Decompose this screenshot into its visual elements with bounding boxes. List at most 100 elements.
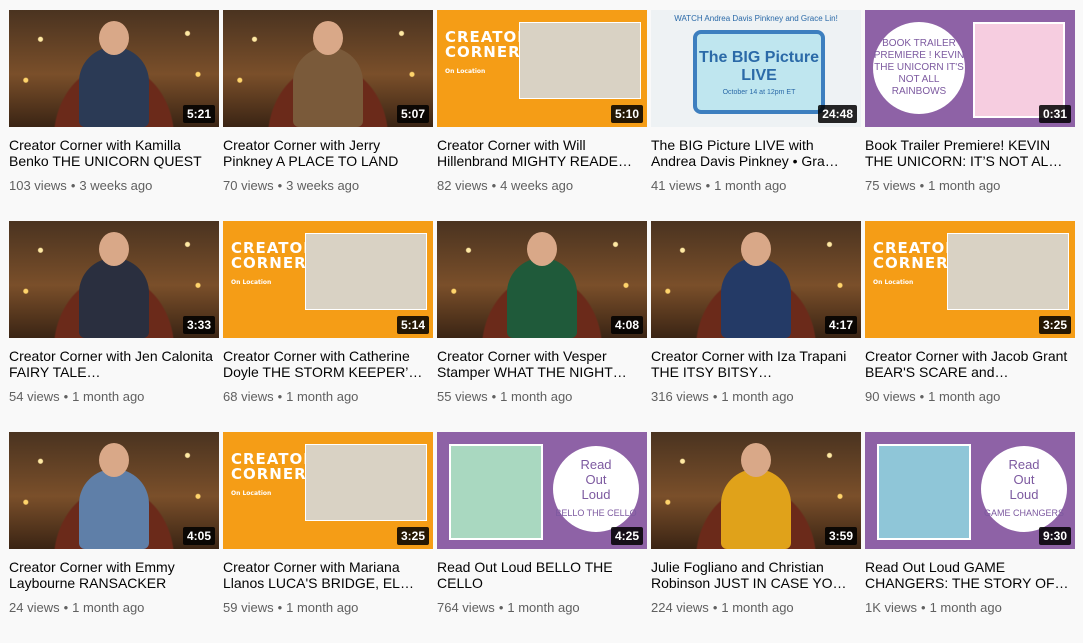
video-card[interactable]: CREATOR CORNER On Location 5:14 Creator Co…	[223, 221, 433, 432]
duration-badge: 5:14	[396, 316, 429, 334]
video-card[interactable]: 4:08 Creator Corner with Vesper Stamper …	[437, 221, 647, 432]
video-title[interactable]: Read Out Loud GAME CHANGERS: THE STORY O…	[865, 559, 1075, 591]
video-thumbnail[interactable]: 4:17	[651, 221, 861, 338]
big-picture-logo: The BIG Picture LIVE October 14 at 12pm E…	[693, 30, 825, 114]
video-title[interactable]: Book Trailer Premiere! KEVIN THE UNICORN…	[865, 137, 1075, 169]
video-card[interactable]: CREATOR CORNER On Location 3:25 Creator Co…	[223, 432, 433, 643]
view-count: 41 views	[651, 178, 702, 193]
upload-age: 1 month ago	[928, 178, 1001, 193]
view-count: 59 views	[223, 600, 274, 615]
video-title[interactable]: The BIG Picture LIVE with Andrea Davis P…	[651, 137, 861, 169]
speaker-head	[99, 443, 129, 477]
speaker-head	[741, 443, 771, 477]
speaker-figure	[721, 258, 791, 338]
speaker-head	[313, 21, 343, 55]
meta-separator: •	[919, 389, 925, 404]
video-title[interactable]: Creator Corner with Emmy Laybourne RANSA…	[9, 559, 219, 591]
upload-age: 1 month ago	[72, 389, 145, 404]
upload-age: 1 month ago	[500, 389, 573, 404]
creator-corner-logo: CREATOR CORNER On Location	[445, 28, 530, 76]
meta-separator: •	[491, 389, 497, 404]
video-meta: 54 views • 1 month ago	[9, 389, 219, 404]
duration-badge: 3:59	[824, 527, 857, 545]
view-count: 68 views	[223, 389, 274, 404]
view-count: 54 views	[9, 389, 60, 404]
video-card[interactable]: 4:05 Creator Corner with Emmy Laybourne …	[9, 432, 219, 643]
video-meta: 316 views • 1 month ago	[651, 389, 861, 404]
video-meta: 70 views • 3 weeks ago	[223, 178, 433, 193]
video-card[interactable]: CREATOR CORNER On Location 5:10 Creator Co…	[437, 10, 647, 221]
video-thumbnail[interactable]: Read Out Loud BELLO THE CELLO 4:25	[437, 432, 647, 549]
duration-badge: 3:25	[396, 527, 429, 545]
meta-separator: •	[921, 600, 926, 615]
upload-age: 3 weeks ago	[79, 178, 153, 193]
video-card[interactable]: BOOK TRAILER PREMIERE ! KEVIN THE UNICOR…	[865, 10, 1075, 221]
big-picture-header: WATCH Andrea Davis Pinkney and Grace Lin…	[674, 14, 838, 23]
video-card[interactable]: Read Out Loud BELLO THE CELLO 4:25 Read Out…	[437, 432, 647, 643]
video-thumbnail[interactable]: CREATOR CORNER On Location 5:14	[223, 221, 433, 338]
video-meta: 68 views • 1 month ago	[223, 389, 433, 404]
meta-separator: •	[63, 389, 69, 404]
view-count: 224 views	[651, 600, 709, 615]
video-meta: 1K views • 1 month ago	[865, 600, 1075, 615]
video-title[interactable]: Creator Corner with Kamilla Benko THE UN…	[9, 137, 219, 169]
video-meta: 59 views • 1 month ago	[223, 600, 433, 615]
video-meta: 75 views • 1 month ago	[865, 178, 1075, 193]
upload-age: 1 month ago	[721, 600, 794, 615]
video-title[interactable]: Creator Corner with Jerry Pinkney A PLAC…	[223, 137, 433, 169]
video-card[interactable]: 3:33 Creator Corner with Jen Calonita FA…	[9, 221, 219, 432]
video-thumbnail[interactable]: CREATOR CORNER On Location 5:10	[437, 10, 647, 127]
duration-badge: 5:21	[182, 105, 215, 123]
meta-separator: •	[919, 178, 925, 193]
video-title[interactable]: Creator Corner with Vesper Stamper WHAT …	[437, 348, 647, 380]
video-title[interactable]: Read Out Loud BELLO THE CELLO	[437, 559, 647, 591]
speaker-figure	[721, 469, 791, 549]
video-grid: 5:21 Creator Corner with Kamilla Benko T…	[9, 10, 1075, 643]
video-thumbnail[interactable]: Read Out Loud GAME CHANGERS 9:30	[865, 432, 1075, 549]
speaker-head	[99, 232, 129, 266]
video-thumbnail[interactable]: 5:07	[223, 10, 433, 127]
video-thumbnail[interactable]: 5:21	[9, 10, 219, 127]
speaker-figure	[507, 258, 577, 338]
meta-separator: •	[70, 178, 76, 193]
video-card[interactable]: 3:59 Julie Fogliano and Christian Robins…	[651, 432, 861, 643]
video-card[interactable]: WATCH Andrea Davis Pinkney and Grace Lin…	[651, 10, 861, 221]
duration-badge: 4:08	[610, 316, 643, 334]
video-title[interactable]: Creator Corner with Mariana Llanos LUCA'…	[223, 559, 433, 591]
video-card[interactable]: Read Out Loud GAME CHANGERS 9:30 Read Out L…	[865, 432, 1075, 643]
video-title[interactable]: Creator Corner with Iza Trapani THE ITSY…	[651, 348, 861, 380]
video-thumbnail[interactable]: BOOK TRAILER PREMIERE ! KEVIN THE UNICOR…	[865, 10, 1075, 127]
video-card[interactable]: 4:17 Creator Corner with Iza Trapani THE…	[651, 221, 861, 432]
video-thumbnail[interactable]: WATCH Andrea Davis Pinkney and Grace Lin…	[651, 10, 861, 127]
video-thumbnail[interactable]: 3:59	[651, 432, 861, 549]
upload-age: 4 weeks ago	[500, 178, 574, 193]
video-thumbnail[interactable]: CREATOR CORNER On Location 3:25	[865, 221, 1075, 338]
meta-separator: •	[705, 178, 711, 193]
read-out-loud-badge: Read Out Loud GAME CHANGERS	[981, 446, 1067, 532]
video-thumbnail[interactable]: 4:05	[9, 432, 219, 549]
view-count: 55 views	[437, 389, 488, 404]
duration-badge: 3:25	[1038, 316, 1071, 334]
video-card[interactable]: 5:07 Creator Corner with Jerry Pinkney A…	[223, 10, 433, 221]
book-cover	[449, 444, 543, 540]
meta-separator: •	[712, 600, 718, 615]
video-meta: 82 views • 4 weeks ago	[437, 178, 647, 193]
view-count: 75 views	[865, 178, 916, 193]
video-card[interactable]: CREATOR CORNER On Location 3:25 Creator Co…	[865, 221, 1075, 432]
video-title[interactable]: Creator Corner with Jen Calonita FAIRY T…	[9, 348, 219, 380]
video-thumbnail[interactable]: 3:33	[9, 221, 219, 338]
video-meta: 224 views • 1 month ago	[651, 600, 861, 615]
speaker-head	[527, 232, 557, 266]
video-title[interactable]: Creator Corner with Jacob Grant BEAR'S S…	[865, 348, 1075, 380]
video-title[interactable]: Creator Corner with Will Hillenbrand MIG…	[437, 137, 647, 169]
meta-separator: •	[277, 600, 283, 615]
video-title[interactable]: Julie Fogliano and Christian Robinson JU…	[651, 559, 861, 591]
view-count: 316 views	[651, 389, 709, 404]
speaker-figure	[293, 47, 363, 127]
video-thumbnail[interactable]: CREATOR CORNER On Location 3:25	[223, 432, 433, 549]
video-title[interactable]: Creator Corner with Catherine Doyle THE …	[223, 348, 433, 380]
upload-age: 1 month ago	[286, 389, 359, 404]
video-thumbnail[interactable]: 4:08	[437, 221, 647, 338]
video-card[interactable]: 5:21 Creator Corner with Kamilla Benko T…	[9, 10, 219, 221]
view-count: 82 views	[437, 178, 488, 193]
